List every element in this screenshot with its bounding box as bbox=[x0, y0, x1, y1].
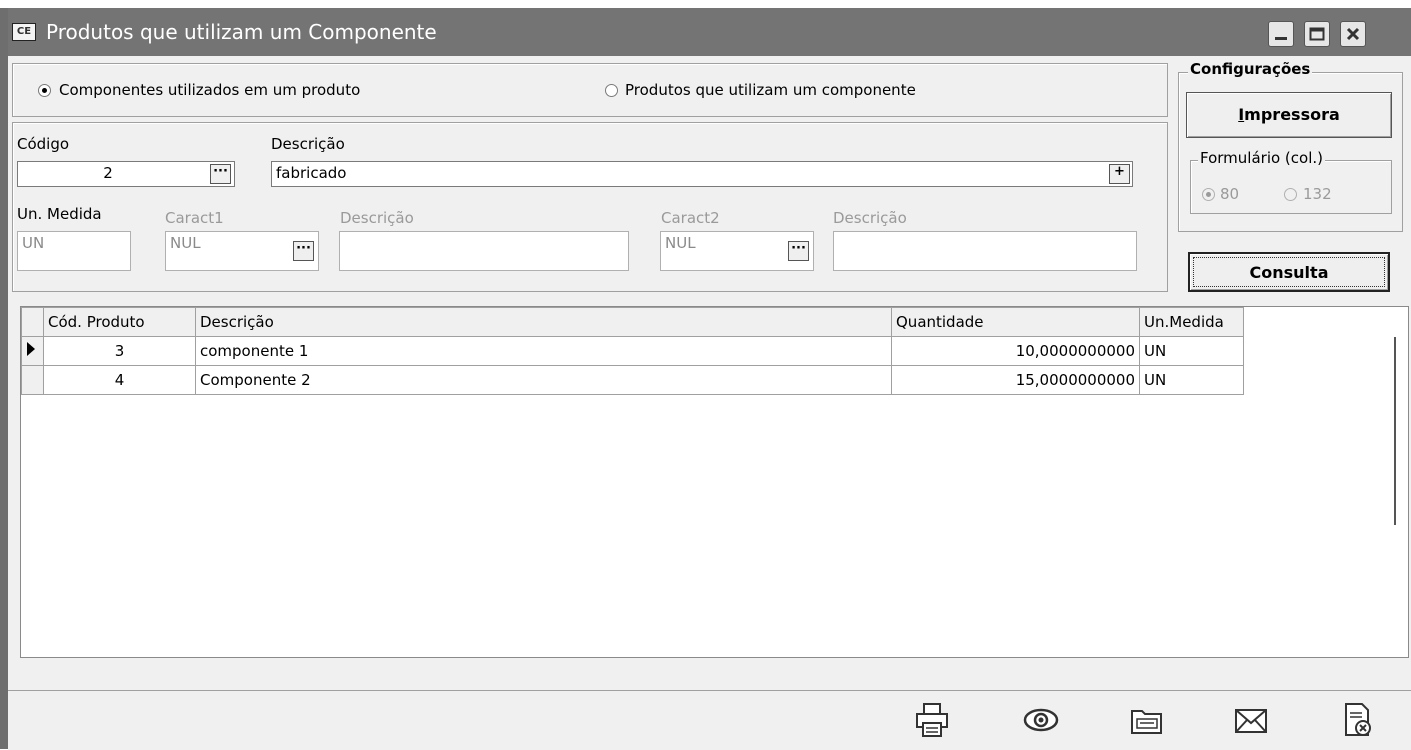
table-row[interactable]: 3 componente 1 10,0000000000 UN bbox=[21, 336, 1244, 366]
caract1-descricao-field bbox=[339, 231, 629, 271]
col-header-quantidade[interactable]: Quantidade bbox=[891, 307, 1140, 337]
cell-quantidade[interactable]: 15,0000000000 bbox=[891, 365, 1140, 395]
descricao-add-button[interactable]: + bbox=[1109, 164, 1130, 184]
results-table: Cód. Produto Descrição Quantidade Un.Med… bbox=[21, 307, 1244, 395]
cell-codigo[interactable]: 3 bbox=[43, 336, 196, 366]
printer-icon[interactable] bbox=[914, 701, 952, 739]
col-header-codigo[interactable]: Cód. Produto bbox=[43, 307, 196, 337]
un-medida-field: UN bbox=[17, 231, 131, 271]
current-row-arrow-icon bbox=[27, 342, 35, 356]
close-icon bbox=[1346, 27, 1360, 41]
bottom-toolbar bbox=[8, 690, 1411, 750]
codigo-label: Código bbox=[17, 135, 70, 153]
caract1-label: Caract1 bbox=[165, 209, 224, 227]
preview-eye-icon[interactable] bbox=[1022, 701, 1060, 739]
minimize-button[interactable] bbox=[1268, 21, 1294, 47]
app-icon[interactable]: CE bbox=[12, 23, 36, 41]
window-title: Produtos que utilizam um Componente bbox=[46, 20, 437, 44]
caract2-lookup-button[interactable]: ··· bbox=[788, 241, 809, 261]
caract2-label: Caract2 bbox=[661, 209, 720, 227]
col132-radio[interactable] bbox=[1284, 188, 1297, 201]
radio-produtos-label[interactable]: Produtos que utilizam um componente bbox=[625, 81, 916, 99]
col132-label[interactable]: 132 bbox=[1303, 185, 1332, 203]
col80-label[interactable]: 80 bbox=[1220, 185, 1239, 203]
cell-quantidade[interactable]: 10,0000000000 bbox=[891, 336, 1140, 366]
email-icon[interactable] bbox=[1232, 701, 1270, 739]
minimize-icon bbox=[1275, 37, 1287, 40]
caract1-descricao-label: Descrição bbox=[340, 209, 414, 227]
caract1-lookup-button[interactable]: ··· bbox=[293, 241, 314, 261]
impressora-button[interactable]: Impressora bbox=[1186, 92, 1392, 138]
cell-codigo[interactable]: 4 bbox=[43, 365, 196, 395]
results-grid[interactable]: Cód. Produto Descrição Quantidade Un.Med… bbox=[20, 306, 1409, 658]
consulta-focus-ring bbox=[1193, 257, 1385, 287]
cell-unmedida[interactable]: UN bbox=[1139, 365, 1244, 395]
cell-descricao[interactable]: componente 1 bbox=[195, 336, 892, 366]
col-header-descricao[interactable]: Descrição bbox=[195, 307, 892, 337]
consulta-button[interactable]: Consulta bbox=[1188, 252, 1390, 292]
close-document-icon[interactable] bbox=[1338, 701, 1376, 739]
row-indicator bbox=[21, 365, 44, 395]
caract2-descricao-field bbox=[833, 231, 1137, 271]
col80-radio[interactable] bbox=[1202, 188, 1215, 201]
impressora-button-label: mpressora bbox=[1244, 105, 1340, 124]
folder-icon[interactable] bbox=[1128, 701, 1166, 739]
radio-componentes[interactable] bbox=[38, 84, 51, 97]
radio-produtos[interactable] bbox=[605, 84, 618, 97]
descricao-field[interactable]: fabricado bbox=[271, 161, 1133, 187]
vertical-scrollbar[interactable] bbox=[1394, 337, 1396, 525]
main-window: CE Produtos que utilizam um Componente C… bbox=[0, 8, 1411, 750]
col-header-unmedida[interactable]: Un.Medida bbox=[1139, 307, 1244, 337]
title-bar[interactable]: CE Produtos que utilizam um Componente bbox=[8, 8, 1411, 56]
radio-componentes-label[interactable]: Componentes utilizados em um produto bbox=[59, 81, 360, 99]
mode-panel: Componentes utilizados em um produto Pro… bbox=[12, 63, 1168, 117]
codigo-field[interactable]: 2 bbox=[17, 161, 235, 187]
table-row[interactable]: 4 Componente 2 15,0000000000 UN bbox=[21, 365, 1244, 395]
close-button[interactable] bbox=[1340, 21, 1366, 47]
row-indicator bbox=[21, 336, 44, 366]
descricao-label: Descrição bbox=[271, 135, 345, 153]
grid-indicator-header bbox=[21, 307, 44, 337]
codigo-lookup-button[interactable]: ··· bbox=[210, 164, 231, 184]
filter-panel: Código 2 ··· Descrição fabricado + Un. M… bbox=[12, 122, 1168, 292]
cell-descricao[interactable]: Componente 2 bbox=[195, 365, 892, 395]
formulario-label: Formulário (col.) bbox=[1198, 149, 1325, 167]
caract2-descricao-label: Descrição bbox=[833, 209, 907, 227]
grid-header-row: Cód. Produto Descrição Quantidade Un.Med… bbox=[21, 307, 1244, 337]
maximize-icon bbox=[1309, 27, 1325, 41]
config-title: Configurações bbox=[1188, 60, 1313, 78]
cell-unmedida[interactable]: UN bbox=[1139, 336, 1244, 366]
un-medida-label: Un. Medida bbox=[17, 205, 102, 223]
maximize-button[interactable] bbox=[1304, 21, 1330, 47]
